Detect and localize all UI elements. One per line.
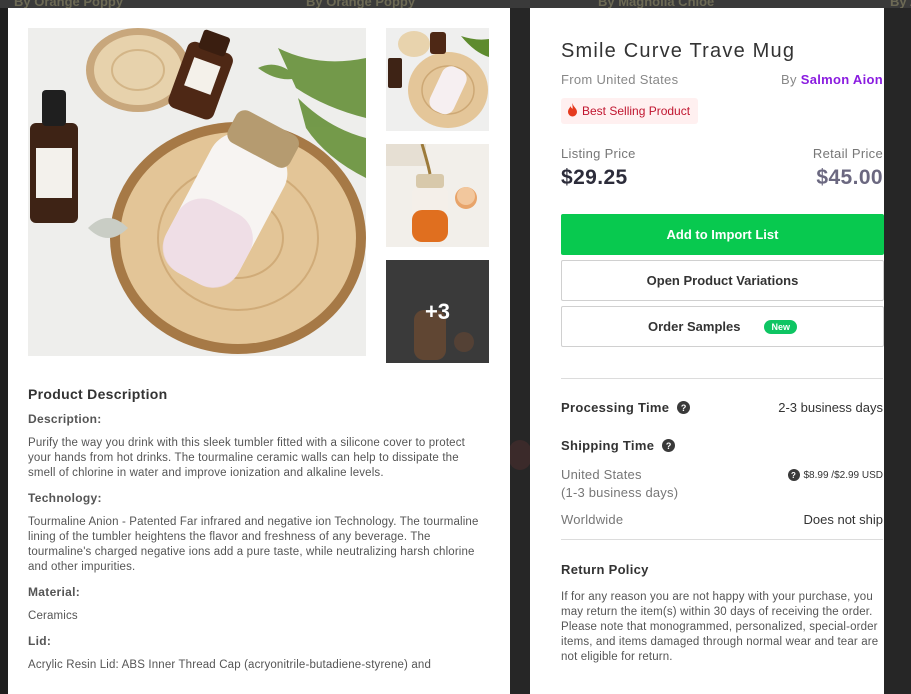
product-details-panel: Smile Curve Trave Mug From United States…	[530, 8, 884, 694]
shipping-country: United States (1-3 business days)	[561, 466, 678, 502]
more-images-count: +3	[424, 298, 451, 324]
by-prefix: By	[781, 72, 801, 87]
processing-time-label: Processing Time ?	[561, 400, 691, 415]
description-heading: Product Description	[28, 386, 168, 402]
listing-price: $29.25	[561, 166, 628, 189]
worldwide-label: Worldwide	[561, 512, 624, 527]
order-samples-button[interactable]: Order Samples New	[561, 306, 884, 347]
description-label: Description:	[28, 412, 102, 426]
material-label: Material:	[28, 585, 81, 599]
lid-text: Acrylic Resin Lid: ABS Inner Thread Cap …	[28, 659, 432, 671]
background-gap	[510, 8, 530, 694]
thumbnail-illustration	[386, 28, 489, 131]
retail-price-label: Retail Price	[812, 146, 883, 161]
worldwide-value: Does not ship	[803, 512, 884, 527]
listing-price-label: Listing Price	[561, 146, 636, 161]
background-edge	[884, 8, 911, 694]
technology-text: Tourmaline Anion - Patented Far infrared…	[28, 516, 479, 573]
retail-price: $45.00	[816, 166, 883, 189]
divider	[561, 539, 883, 540]
description-text: Purify the way you drink with this sleek…	[28, 437, 465, 479]
help-icon[interactable]: ?	[662, 439, 676, 452]
shipping-country-name: United States	[561, 467, 642, 482]
background-fire-icon	[509, 440, 531, 470]
shipping-time-label: Shipping Time ?	[561, 438, 676, 453]
mug-photo-illustration	[28, 28, 366, 356]
shipping-price: ? $8.99 /$2.99 USD	[787, 469, 884, 481]
return-policy-heading: Return Policy	[561, 562, 649, 577]
open-product-variations-button[interactable]: Open Product Variations	[561, 260, 884, 301]
material-text: Ceramics	[28, 610, 78, 622]
thumbnail-illustration	[386, 144, 489, 247]
order-samples-label: Order Samples	[647, 319, 741, 334]
main-product-image[interactable]	[28, 28, 366, 356]
shipping-time-text: Shipping Time	[561, 438, 655, 453]
help-icon[interactable]: ?	[677, 401, 691, 414]
return-policy-text: If for any reason you are not happy with…	[561, 591, 879, 663]
thumbnail-2[interactable]	[386, 144, 489, 247]
seller-info: By Salmon Aion	[781, 72, 883, 87]
product-gallery-panel: +3 Product Description Description: Puri…	[8, 8, 510, 694]
new-badge: New	[764, 319, 797, 334]
flame-icon	[567, 102, 578, 120]
product-origin: From United States	[561, 72, 679, 87]
badge-label: Best Selling Product	[582, 104, 691, 118]
shipping-country-days: (1-3 business days)	[561, 485, 679, 500]
thumbnail-1[interactable]	[386, 28, 489, 131]
technology-label: Technology:	[28, 491, 102, 505]
lid-label: Lid:	[28, 634, 52, 648]
best-selling-badge: Best Selling Product	[561, 98, 699, 124]
add-to-import-list-button[interactable]: Add to Import List	[561, 214, 884, 255]
processing-time-text: Processing Time	[561, 400, 670, 415]
product-description: Product Description Description: Purify …	[28, 386, 488, 683]
shipping-price-value: $8.99 /$2.99 USD	[803, 469, 884, 481]
more-images-button[interactable]: +3	[386, 260, 489, 363]
processing-time-value: 2-3 business days	[778, 400, 883, 415]
divider	[561, 378, 883, 379]
product-title: Smile Curve Trave Mug	[561, 40, 796, 62]
seller-link[interactable]: Salmon Aion	[801, 72, 883, 87]
background-header-strip: By Orange Poppy By Orange Poppy By Magno…	[0, 0, 911, 9]
help-icon[interactable]: ?	[787, 469, 800, 481]
